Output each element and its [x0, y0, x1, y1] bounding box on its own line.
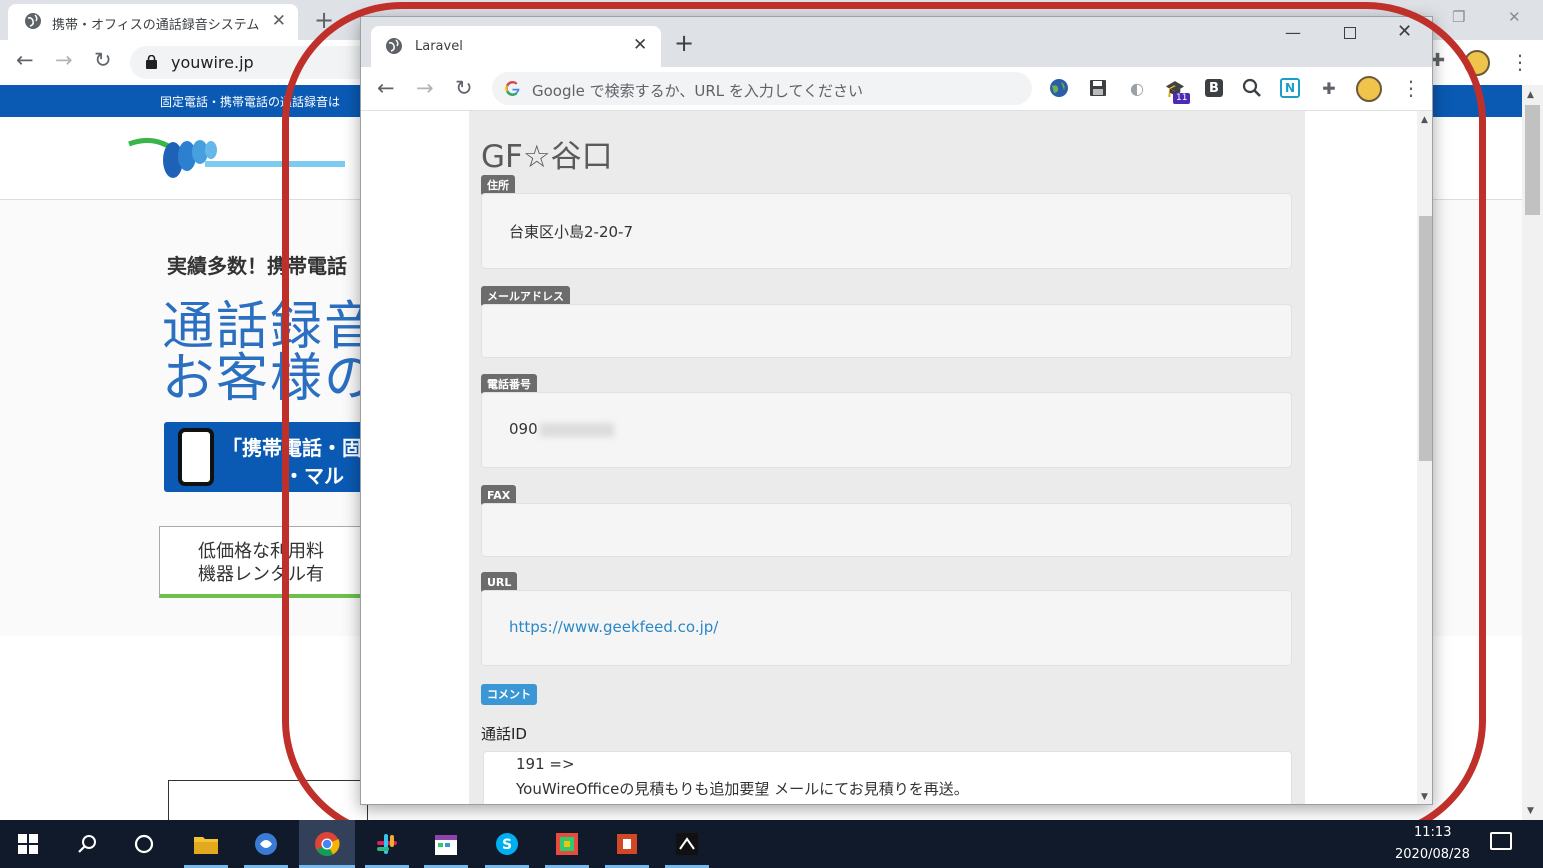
back-icon[interactable]: ←	[16, 48, 34, 72]
maximize-icon[interactable]	[1344, 27, 1356, 39]
website-link[interactable]: https://www.geekfeed.co.jp/	[509, 618, 718, 636]
kebab-menu-icon[interactable]: ⋮	[1401, 76, 1421, 100]
google-g-icon	[505, 81, 520, 96]
scroll-up-icon[interactable]: ▲	[1527, 90, 1534, 100]
close-tab-icon[interactable]: ✕	[272, 11, 286, 31]
clock-date[interactable]: 2020/08/28	[1395, 847, 1470, 862]
powerpoint-icon[interactable]	[613, 830, 641, 858]
page-scrollbar[interactable]: ▲ ▼	[1417, 111, 1432, 804]
swirl-extension-icon[interactable]: ◐	[1126, 77, 1148, 99]
clock-time[interactable]: 11:13	[1414, 825, 1451, 840]
reload-icon[interactable]: ↻	[455, 76, 473, 100]
phone-field: 090	[481, 392, 1292, 468]
comment-badge: コメント	[481, 684, 537, 705]
tool-app-icon[interactable]	[673, 830, 701, 858]
pricing-callout: 低価格な利用料 機器レンタル有	[159, 526, 369, 598]
photos-app-icon[interactable]	[553, 830, 581, 858]
youwire-logo-icon[interactable]	[125, 130, 365, 185]
phone-value: 090	[509, 420, 614, 438]
close-window-icon[interactable]: ✕	[1397, 21, 1412, 42]
close-tab-icon[interactable]: ✕	[633, 35, 647, 55]
address-value: 台東区小島2-20-7	[509, 223, 633, 241]
search-icon[interactable]	[74, 830, 102, 858]
fax-field	[481, 503, 1292, 557]
bg-scroll-thumb[interactable]	[1525, 105, 1540, 215]
app-icon[interactable]	[252, 830, 280, 858]
puzzle-icon[interactable]: ✚	[1318, 77, 1340, 99]
cta-line-1: 「携帯電話・固	[222, 436, 362, 460]
bg-tab-title: 携帯・オフィスの通話録音システム「Yo	[52, 18, 267, 33]
forward-icon[interactable]: →	[416, 76, 434, 100]
cta-line-2: ・マル	[284, 464, 344, 488]
lock-icon	[146, 55, 157, 69]
search-icon[interactable]	[1241, 77, 1263, 99]
close-window-icon[interactable]: ✕	[1508, 8, 1521, 26]
customer-detail-panel: GF☆谷口 住所 台東区小島2-20-7 メールアドレス 電話番号 090 FA…	[469, 111, 1305, 804]
phone-number-text: 090	[509, 420, 538, 438]
profile-avatar[interactable]	[1464, 50, 1490, 76]
tab-title: Laravel	[415, 39, 463, 54]
svg-text:S: S	[502, 837, 512, 853]
task-view-icon[interactable]	[130, 830, 158, 858]
catch-copy: 実績多数！携帯電話	[167, 254, 347, 278]
page-viewport: GF☆谷口 住所 台東区小島2-20-7 メールアドレス 電話番号 090 FA…	[361, 111, 1417, 804]
scroll-thumb[interactable]	[1419, 216, 1432, 461]
smartphone-icon	[178, 428, 214, 486]
address-field: 台東区小島2-20-7	[481, 193, 1292, 269]
url-field: https://www.geekfeed.co.jp/	[481, 590, 1292, 666]
minimize-icon[interactable]: —	[1285, 23, 1301, 42]
laravel-browser-window: Laravel ✕ + — ✕ ← → ↻ Google で検索するか、URL …	[360, 16, 1433, 805]
profile-avatar[interactable]	[1356, 76, 1382, 102]
comment-line-2: YouWireOfficeの見積もりも追加要望 メールにてお見積りを再送。	[516, 780, 969, 798]
kebab-menu-icon[interactable]: ⋮	[1510, 50, 1530, 74]
lower-content-box	[168, 780, 368, 822]
hero-line-2: お客様の	[162, 349, 379, 409]
bg-tab[interactable]: 携帯・オフィスの通話録音システム「Yo ✕	[8, 4, 298, 40]
comment-box: 191 => YouWireOfficeの見積もりも追加要望 メールにてお見積り…	[483, 751, 1292, 804]
call-id-label: 通話ID	[481, 725, 527, 743]
omnibox-placeholder: Google で検索するか、URL を入力してください	[532, 82, 863, 100]
comment-line-1: 191 =>	[516, 755, 575, 773]
scroll-down-icon[interactable]: ▼	[1527, 806, 1534, 816]
globe-icon	[25, 13, 41, 29]
n-extension-icon[interactable]: N	[1280, 78, 1300, 98]
scroll-up-icon[interactable]: ▲	[1421, 115, 1428, 125]
globe-icon	[386, 38, 402, 54]
back-icon[interactable]: ←	[377, 76, 395, 100]
windows-start-icon[interactable]	[14, 830, 42, 858]
reload-icon[interactable]: ↻	[94, 48, 112, 72]
email-field	[481, 304, 1292, 358]
address-bar[interactable]: Google で検索するか、URL を入力してください	[492, 72, 1032, 105]
banner-text: 固定電話・携帯電話の通話録音は	[160, 95, 341, 109]
company-name: GF☆谷口	[481, 139, 613, 175]
new-tab-icon[interactable]: +	[674, 29, 694, 57]
hatena-bookmark-icon[interactable]: B	[1205, 79, 1223, 97]
redacted-phone-digits	[539, 422, 614, 437]
new-tab-icon[interactable]: +	[314, 6, 334, 34]
file-explorer-icon[interactable]	[192, 830, 220, 858]
extension-badge: 11	[1173, 93, 1191, 104]
windows-taskbar: S 11:13 2020/08/28	[0, 820, 1543, 868]
earth-extension-icon[interactable]	[1048, 77, 1070, 99]
forward-icon[interactable]: →	[55, 48, 73, 72]
bg-url-text: youwire.jp	[171, 53, 254, 72]
skype-icon[interactable]: S	[493, 830, 521, 858]
scroll-down-icon[interactable]: ▼	[1421, 792, 1428, 802]
notification-center-icon[interactable]	[1490, 832, 1512, 850]
bg-scrollbar[interactable]: ▲ ▼	[1522, 85, 1543, 820]
chrome-icon[interactable]	[313, 830, 341, 858]
calendar-app-icon[interactable]	[432, 830, 460, 858]
tab-laravel[interactable]: Laravel ✕	[371, 26, 661, 67]
toolbar: ← → ↻ Google で検索するか、URL を入力してください ◐ 🎓 11…	[361, 67, 1432, 111]
restore-window-icon[interactable]: ❐	[1452, 8, 1465, 26]
tab-strip: Laravel ✕ + — ✕	[361, 17, 1432, 67]
callout-line-2: 機器レンタル有	[198, 564, 324, 585]
save-floppy-icon[interactable]	[1087, 77, 1109, 99]
slack-icon[interactable]	[373, 830, 401, 858]
